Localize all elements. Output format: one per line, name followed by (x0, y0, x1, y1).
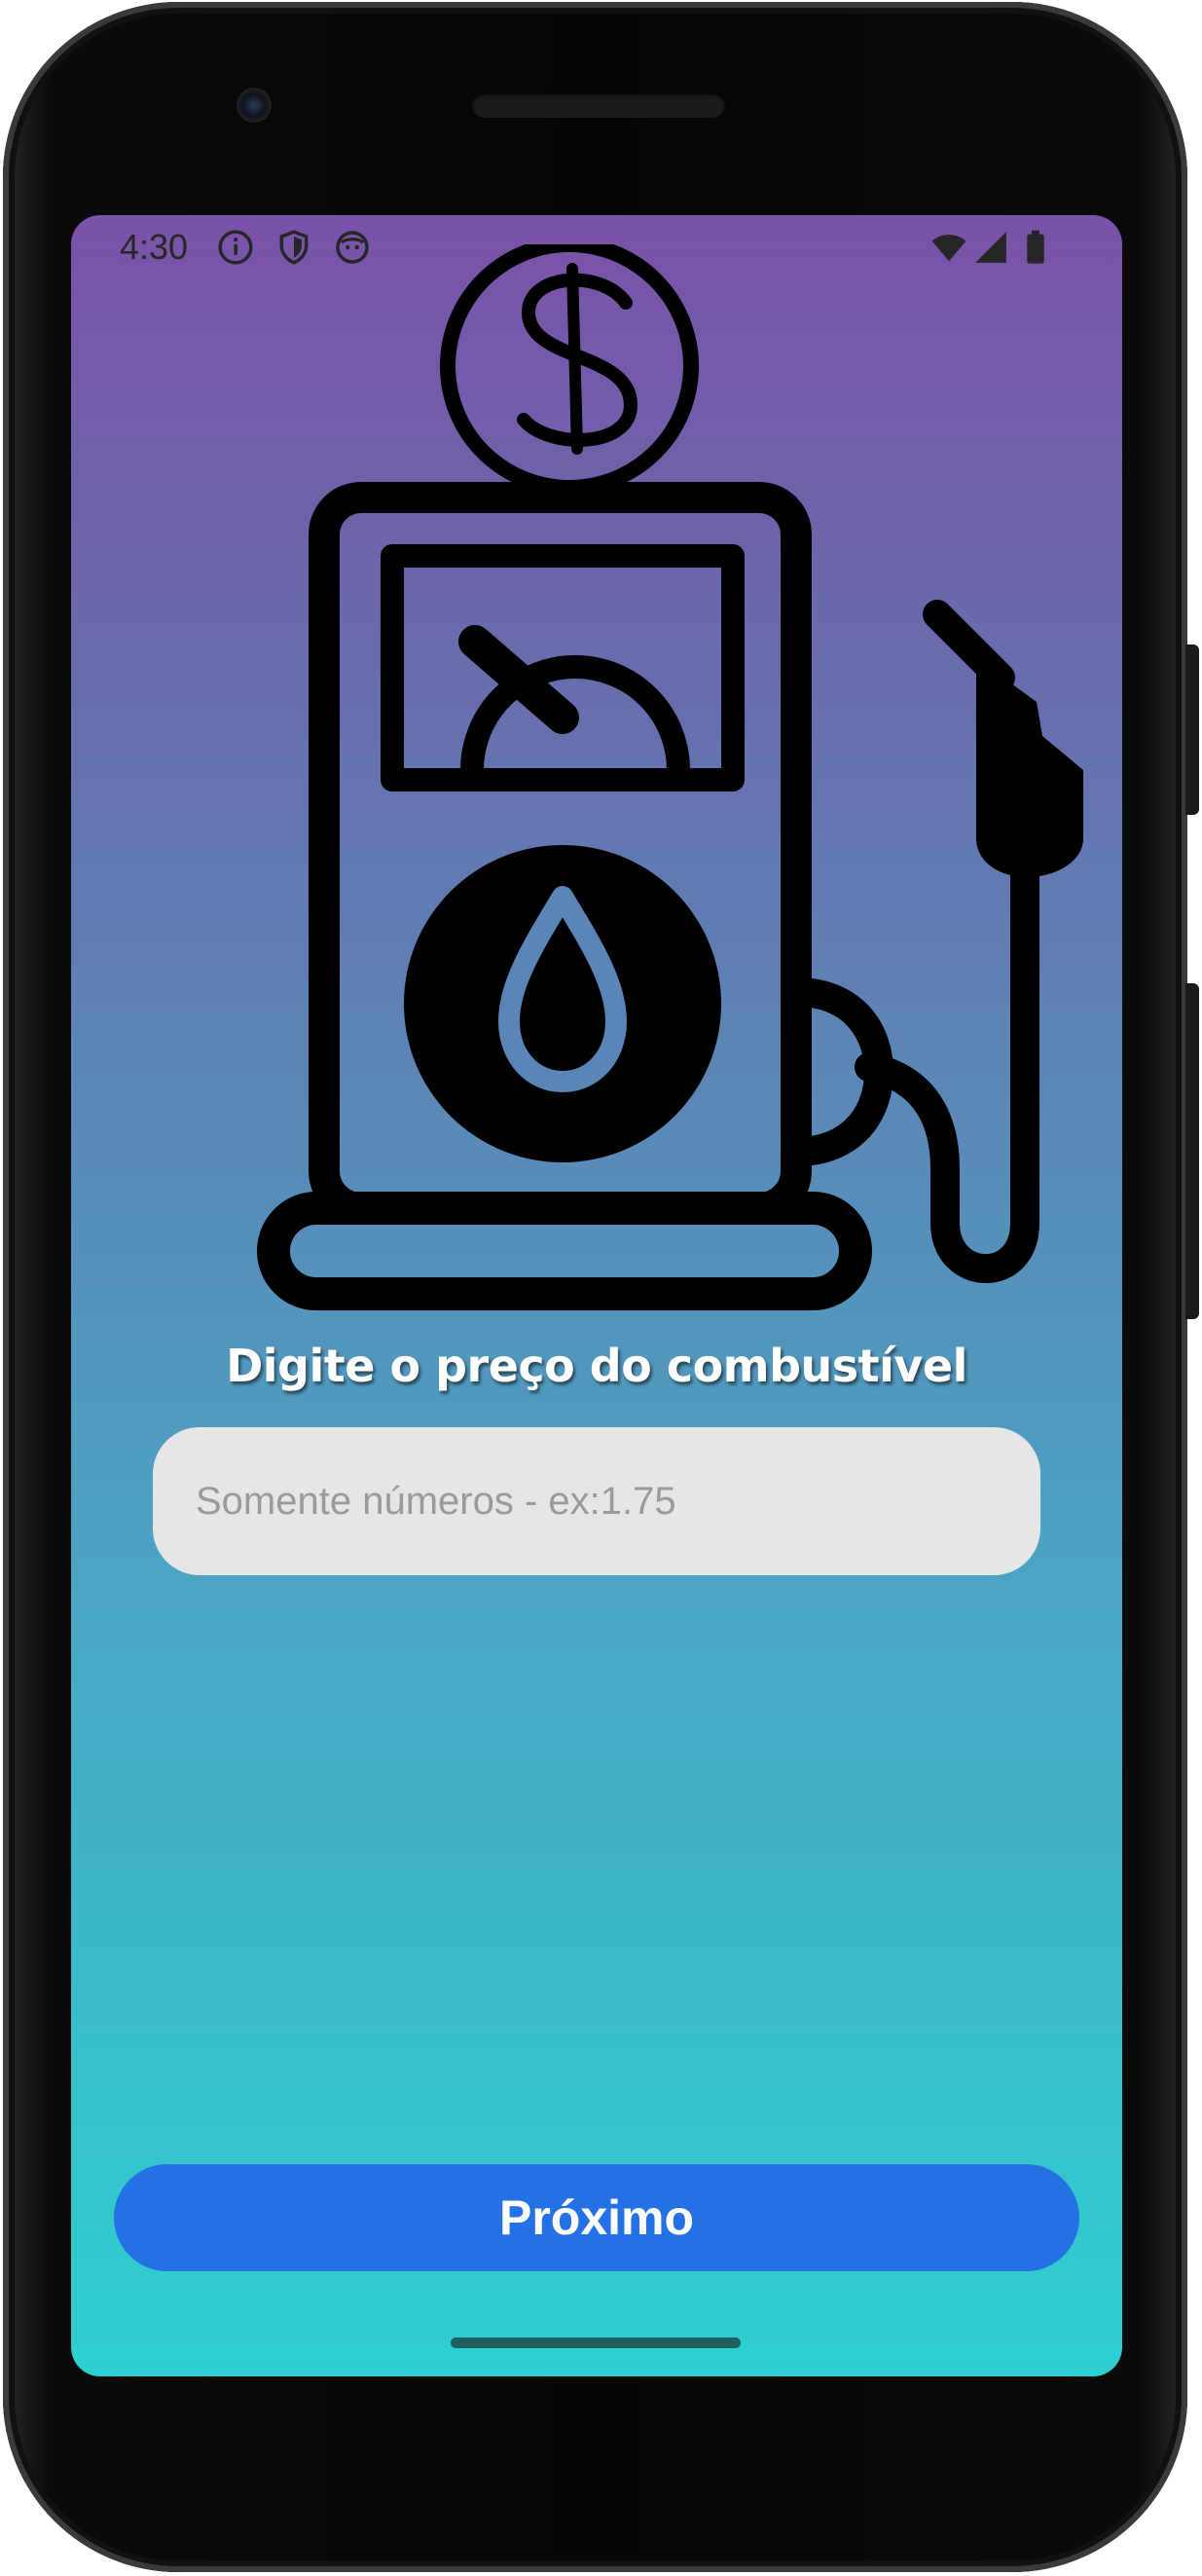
gesture-nav-handle[interactable] (451, 2337, 741, 2348)
status-time: 4:30 (120, 227, 189, 267)
volume-button (1185, 983, 1199, 1319)
power-button (1185, 644, 1199, 815)
next-button[interactable]: Próximo (114, 2164, 1079, 2271)
app-screen: 4:30 Digite o preço do combustível Somen… (71, 215, 1122, 2376)
earpiece-speaker (472, 92, 725, 118)
price-input[interactable] (153, 1427, 1040, 1575)
phone-frame: 4:30 Digite o preço do combustível Somen… (3, 2, 1187, 2572)
front-camera (237, 88, 272, 123)
gas-pump-with-dollar-coin-icon (257, 244, 1083, 1310)
price-field[interactable] (153, 1427, 1040, 1575)
price-prompt-label: Digite o preço do combustível (226, 1340, 967, 1392)
